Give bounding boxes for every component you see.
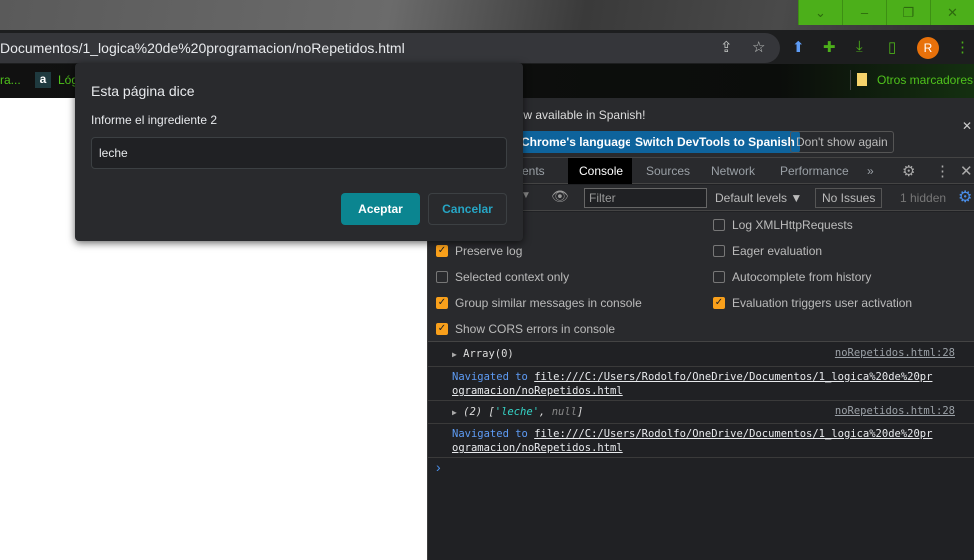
eager-eval-checkbox[interactable]: Eager evaluation — [713, 244, 822, 258]
file-link[interactable]: file:///C:/Users/Rodolfo/OneDrive/Docume… — [534, 428, 932, 440]
file-link[interactable]: ogramacion/noRepetidos.html — [452, 442, 623, 454]
side-panel-icon[interactable]: ▯ — [888, 38, 896, 56]
chrome-language-button[interactable]: Chrome's language — [516, 131, 637, 153]
close-infobar-icon[interactable]: ✕ — [962, 119, 972, 133]
checkbox-icon[interactable]: ✓ — [436, 245, 448, 257]
console-message: Navigated to file:///C:/Users/Rodolfo/On… — [428, 367, 974, 401]
autocomplete-checkbox[interactable]: Autocomplete from history — [713, 270, 871, 284]
array-count: (2) [ — [463, 406, 495, 418]
tab-search-icon[interactable]: ⌄ — [798, 0, 842, 25]
checkbox-icon[interactable] — [713, 219, 725, 231]
log-text[interactable]: Array(0) — [463, 348, 514, 360]
console-message: ▶ (2) ['leche', null] noRepetidos.html:2… — [428, 401, 974, 424]
checkbox-icon[interactable]: ✓ — [436, 323, 448, 335]
navigated-label: Navigated to — [452, 371, 528, 383]
selected-context-checkbox[interactable]: Selected context only — [436, 270, 569, 284]
array-end: ] — [576, 406, 584, 418]
bookmark-item[interactable]: ra... — [0, 73, 21, 87]
avatar[interactable]: R — [917, 37, 939, 59]
expand-arrow-icon[interactable]: ▶ — [452, 350, 457, 359]
title-bar: ⌄ – ❐ ✕ — [0, 0, 974, 30]
console-settings-icon[interactable]: ⚙ — [958, 187, 972, 207]
address-bar[interactable]: Documentos/1_logica%20de%20programacion/… — [0, 33, 780, 63]
dialog-input[interactable]: leche — [91, 137, 507, 169]
source-link[interactable]: noRepetidos.html:28 — [835, 347, 955, 359]
close-window-icon[interactable]: ✕ — [930, 0, 974, 25]
divider — [850, 70, 851, 90]
tab-network[interactable]: Network — [700, 158, 766, 184]
menu-icon[interactable]: ⋮ — [955, 38, 970, 56]
file-link[interactable]: file:///C:/Users/Rodolfo/OneDrive/Docume… — [534, 371, 932, 383]
bookmark-star-icon[interactable]: ☆ — [752, 33, 765, 63]
puzzle-icon[interactable]: ✚ — [823, 38, 836, 56]
share-icon[interactable]: ⇪ — [720, 33, 733, 63]
restore-icon[interactable]: ❐ — [886, 0, 930, 25]
console-message: ▶ Array(0) noRepetidos.html:28 — [428, 343, 974, 367]
settings-gear-icon[interactable]: ⚙ — [902, 162, 915, 180]
switch-devtools-button[interactable]: Switch DevTools to Spanish — [630, 131, 800, 153]
source-link[interactable]: noRepetidos.html:28 — [835, 405, 955, 417]
more-tabs-icon[interactable]: » — [856, 158, 885, 184]
filter-input[interactable]: Filter — [584, 188, 707, 208]
checkbox-label: Evaluation triggers user activation — [732, 296, 913, 310]
cors-errors-checkbox[interactable]: ✓ Show CORS errors in console — [436, 322, 615, 336]
checkbox-label: Selected context only — [455, 270, 570, 284]
url-text[interactable]: Documentos/1_logica%20de%20programacion/… — [0, 40, 405, 56]
log-levels-dropdown[interactable]: Default levels ▼ — [715, 191, 802, 205]
download-icon[interactable]: ⤓ — [856, 38, 863, 55]
checkbox-icon[interactable] — [436, 271, 448, 283]
folder-icon — [857, 73, 867, 86]
issues-button[interactable]: No Issues — [815, 188, 883, 208]
browser-toolbar: Documentos/1_logica%20de%20programacion/… — [0, 30, 974, 64]
close-devtools-icon[interactable]: ✕ — [960, 162, 973, 180]
file-link[interactable]: ogramacion/noRepetidos.html — [452, 385, 623, 397]
dont-show-again-button[interactable]: Don't show again — [790, 131, 894, 153]
hidden-count: 1 hidden — [900, 191, 947, 205]
bookmark-favicon-icon: a — [35, 72, 51, 88]
infobar-text: now available in Spanish! — [510, 108, 646, 122]
window-controls: ⌄ – ❐ ✕ — [798, 0, 974, 25]
minimize-icon[interactable]: – — [842, 0, 886, 25]
navigated-label: Navigated to — [452, 428, 528, 440]
checkbox-icon[interactable] — [713, 271, 725, 283]
console-prompt[interactable]: › — [436, 459, 441, 475]
dialog-message: Informe el ingrediente 2 — [91, 113, 218, 127]
tab-sources[interactable]: Sources — [635, 158, 701, 184]
extension-icon[interactable]: ⬆ — [792, 38, 805, 56]
eye-icon[interactable]: 👁 — [551, 188, 569, 205]
checkbox-label: Group similar messages in console — [455, 296, 642, 310]
eval-triggers-checkbox[interactable]: ✓ Evaluation triggers user activation — [713, 296, 912, 310]
checkbox-icon[interactable]: ✓ — [436, 297, 448, 309]
log-xhr-checkbox[interactable]: Log XMLHttpRequests — [713, 218, 853, 232]
checkbox-label: Log XMLHttpRequests — [732, 218, 853, 232]
checkbox-label: Show CORS errors in console — [455, 322, 616, 336]
dialog-title: Esta página dice — [91, 83, 195, 99]
accept-button[interactable]: Aceptar — [341, 193, 420, 225]
more-options-icon[interactable]: ⋮ — [935, 162, 950, 180]
expand-arrow-icon[interactable]: ▶ — [452, 408, 457, 417]
cancel-button[interactable]: Cancelar — [428, 193, 507, 225]
checkbox-icon[interactable] — [713, 245, 725, 257]
console-message: Navigated to file:///C:/Users/Rodolfo/On… — [428, 424, 974, 458]
array-string: 'leche' — [494, 406, 540, 418]
other-bookmarks[interactable]: Otros marcadores — [877, 73, 973, 87]
tab-performance[interactable]: Performance — [769, 158, 860, 184]
checkbox-label: Preserve log — [455, 244, 523, 258]
preserve-log-checkbox[interactable]: ✓ Preserve log — [436, 244, 522, 258]
checkbox-label: Autocomplete from history — [732, 270, 872, 284]
prompt-dialog: Esta página dice Informe el ingrediente … — [75, 63, 523, 241]
tab-console[interactable]: Console — [568, 158, 632, 184]
group-similar-checkbox[interactable]: ✓ Group similar messages in console — [436, 296, 642, 310]
checkbox-icon[interactable]: ✓ — [713, 297, 725, 309]
array-null: null — [551, 406, 577, 418]
array-separator: , — [539, 406, 552, 418]
checkbox-label: Eager evaluation — [732, 244, 823, 258]
